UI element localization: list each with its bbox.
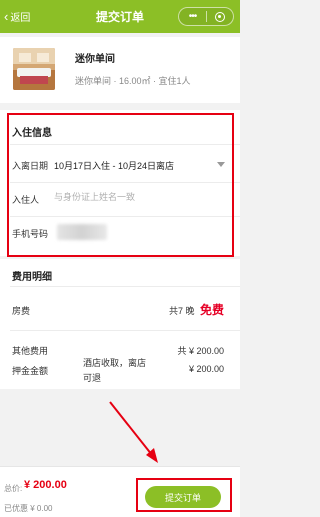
room-info: 迷你单间 · 16.00㎡ · 宜住1人: [75, 76, 191, 86]
ellipsis-icon[interactable]: •••: [179, 11, 206, 22]
total-price: ¥ 200.00: [24, 479, 67, 491]
deposit-label: 押金金额: [12, 366, 49, 376]
date-range-selector[interactable]: 10月17日入住 - 10月24日离店: [54, 159, 174, 172]
target-icon: [215, 11, 225, 22]
fee-detail-title: 费用明细: [12, 272, 52, 283]
room-fee-row-value: 共7 晚 免费: [169, 301, 224, 318]
dropdown-arrow-icon[interactable]: [217, 162, 225, 167]
submit-order-button[interactable]: 提交订单: [145, 486, 221, 508]
other-fees-value: 共 ¥ 200.00: [177, 346, 224, 356]
room-fee-label: 房费: [12, 306, 31, 316]
fee-detail-card: 费用明细 房费 共7 晚 免费 其他费用 共 ¥ 200.00 押金金额 酒店收…: [0, 259, 240, 389]
room-name: 迷你单间: [75, 54, 115, 65]
deposit-note: 酒店收取，离店可退: [83, 358, 147, 383]
room-nights: 共7 晚: [168, 306, 195, 316]
divider: [10, 330, 240, 331]
guest-name-label: 入住人: [12, 195, 40, 205]
room-card: 迷你单间 迷你单间 · 16.00㎡ · 宜住1人: [0, 37, 240, 103]
guest-name-input[interactable]: [54, 189, 224, 205]
date-label: 入离日期: [12, 161, 49, 171]
total-label: 总价:: [4, 484, 23, 493]
room-price: 免费: [199, 303, 224, 317]
divider: [10, 144, 240, 145]
guest-info-title: 入住信息: [12, 128, 52, 139]
close-mini-program-button[interactable]: [207, 11, 233, 22]
nav-bar: ‹ 返回 提交订单 •••: [0, 0, 240, 33]
divider: [10, 182, 240, 183]
bottom-bar: 总价: ¥ 200.00 已优惠 ¥ 0.00 提交订单: [0, 466, 240, 517]
capsule-menu: •••: [178, 7, 234, 26]
deposit-value: ¥ 200.00: [188, 364, 224, 374]
discount-text: 已优惠 ¥ 0.00: [4, 504, 53, 513]
divider: [10, 216, 240, 217]
phone-label: 手机号码: [12, 229, 49, 239]
divider: [10, 286, 240, 287]
room-thumbnail: [13, 48, 55, 90]
guest-info-card: 入住信息 入离日期 10月17日入住 - 10月24日离店 入住人 手机号码: [0, 110, 240, 256]
room-photo-image: [13, 48, 55, 90]
other-fees-label: 其他费用: [12, 346, 49, 356]
phone-number-field[interactable]: [57, 224, 107, 240]
